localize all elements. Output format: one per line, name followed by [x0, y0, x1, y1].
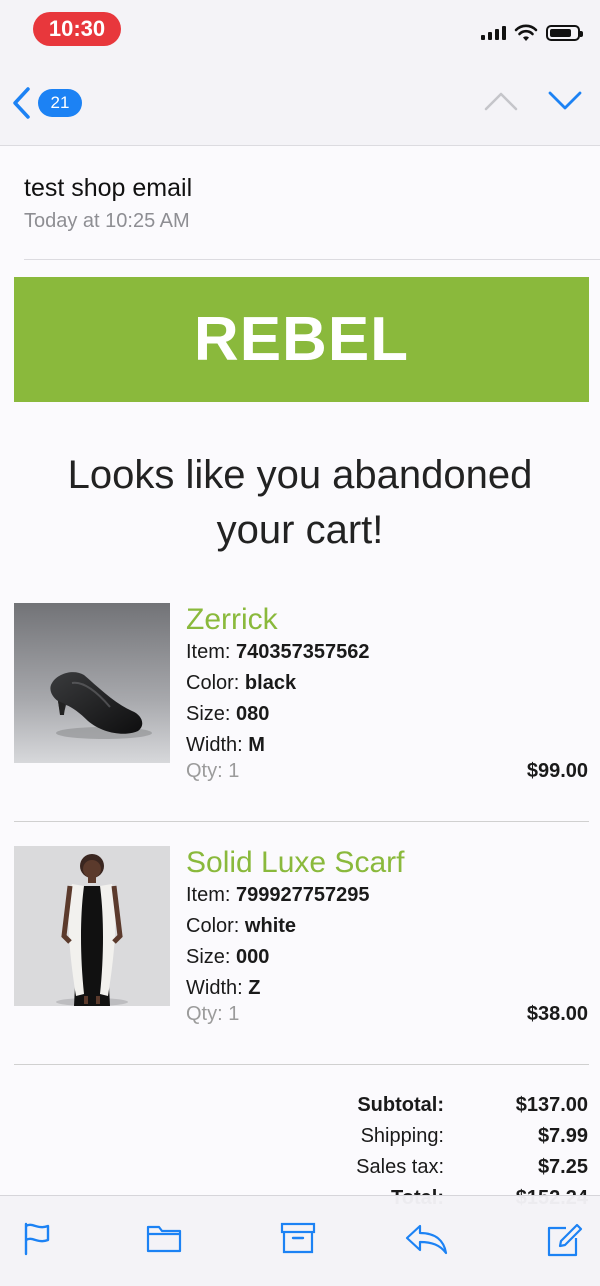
status-icons	[481, 24, 583, 42]
divider	[14, 1064, 589, 1065]
item-width: Width: M	[186, 734, 265, 756]
item-qty: Qty: 1	[186, 1003, 240, 1025]
item-details: Zerrick Item: 740357357562 Color: black …	[186, 603, 590, 782]
email-header: test shop email Today at 10:25 AM	[0, 146, 600, 260]
item-color: Color: black	[186, 672, 297, 694]
tax-label: Sales tax:	[356, 1156, 444, 1178]
item-name-link[interactable]: Solid Luxe Scarf	[186, 846, 590, 880]
item-color: Color: white	[186, 915, 297, 937]
subtotal-row: Subtotal: $137.00	[0, 1094, 600, 1124]
item-qty: Qty: 1	[186, 760, 240, 782]
item-number: Item: 799927757295	[186, 884, 370, 906]
subtotal-label: Subtotal:	[357, 1094, 444, 1116]
item-details: Solid Luxe Scarf Item: 799927757295 Colo…	[186, 846, 590, 1025]
email-date: Today at 10:25 AM	[24, 210, 190, 232]
brand-banner[interactable]: REBEL	[14, 277, 589, 402]
shipping-row: Shipping: $7.99	[0, 1125, 600, 1155]
shoe-image[interactable]	[14, 603, 170, 763]
status-time[interactable]: 10:30	[33, 12, 121, 46]
brand-logo: REBEL	[193, 305, 410, 374]
nav-bar: 21	[0, 60, 600, 146]
archive-icon[interactable]	[280, 1222, 316, 1254]
message-nav	[484, 90, 582, 112]
flag-icon[interactable]	[22, 1222, 52, 1256]
item-price: $99.00	[526, 760, 588, 782]
email-headline: Looks like you abandoned your cart!	[0, 448, 600, 558]
bottom-toolbar	[0, 1195, 600, 1286]
shipping-label: Shipping:	[360, 1125, 444, 1147]
headline-line: Looks like you abandoned	[67, 453, 533, 497]
battery-icon	[546, 25, 583, 41]
back-button[interactable]: 21	[10, 86, 82, 120]
scarf-model-image[interactable]	[14, 846, 170, 1006]
item-size: Size: 000	[186, 946, 270, 968]
next-message-chevron-down-icon[interactable]	[548, 90, 582, 112]
item-name-link[interactable]: Zerrick	[186, 603, 590, 637]
email-subject: test shop email	[24, 174, 193, 202]
tax-value: $7.25	[537, 1156, 588, 1178]
previous-message-chevron-up-icon[interactable]	[484, 90, 518, 112]
item-width: Width: Z	[186, 977, 261, 999]
wifi-icon	[514, 24, 538, 41]
item-price: $38.00	[526, 1003, 588, 1025]
reply-icon[interactable]	[404, 1222, 448, 1256]
status-bar: 10:30	[0, 0, 600, 60]
chevron-left-icon	[13, 87, 30, 119]
item-number: Item: 740357357562	[186, 641, 370, 663]
divider	[14, 821, 589, 822]
folder-icon[interactable]	[146, 1222, 182, 1254]
unread-count-badge: 21	[38, 89, 82, 117]
headline-line: your cart!	[216, 508, 384, 552]
divider	[24, 259, 600, 260]
subtotal-value: $137.00	[515, 1094, 588, 1116]
cellular-signal-icon	[481, 26, 506, 40]
tax-row: Sales tax: $7.25	[0, 1156, 600, 1186]
item-size: Size: 080	[186, 703, 270, 725]
shipping-value: $7.99	[537, 1125, 588, 1147]
compose-icon[interactable]	[546, 1222, 584, 1258]
